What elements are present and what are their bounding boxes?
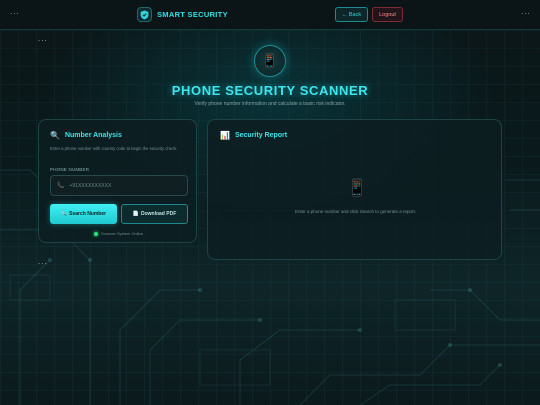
security-report-header: 📊 Security Report — [220, 131, 287, 140]
phone-number-label: PHONE NUMBER — [50, 167, 90, 172]
search-number-label: Search Number — [69, 211, 107, 217]
top-bar: ... ... SMART SECURITY ← Back Logout — [0, 0, 540, 30]
telephone-icon: 📞 — [57, 183, 65, 189]
bar-chart-icon: 📊 — [220, 131, 230, 140]
document-icon: 📄 — [132, 211, 139, 217]
mobile-phone-icon: 📱 — [347, 180, 367, 197]
report-empty-message: Enter a phone number and click Search to… — [294, 209, 417, 214]
number-analysis-card: 🔍 Number Analysis Enter a phone number w… — [38, 119, 197, 243]
page-subtitle: Verify phone number information and calc… — [194, 101, 346, 107]
phone-number-input[interactable] — [69, 182, 180, 189]
menu-dots-icon[interactable]: ... — [521, 8, 531, 16]
security-report-title: Security Report — [234, 132, 288, 139]
dots-decoration: ... — [38, 34, 48, 43]
search-icon: 🔍 — [50, 131, 60, 140]
page-title: PHONE SECURITY SCANNER — [171, 83, 369, 98]
security-report-card: 📊 Security Report 📱 Enter a phone number… — [207, 119, 502, 260]
back-button[interactable]: ← Back — [335, 7, 368, 22]
download-pdf-button[interactable]: 📄 Download PDF — [121, 204, 188, 224]
phone-number-field[interactable]: 📞 — [50, 175, 188, 196]
download-pdf-label: Download PDF — [140, 211, 177, 217]
number-analysis-title: Number Analysis — [64, 132, 122, 139]
search-number-button[interactable]: 🔍 Search Number — [50, 204, 117, 224]
dots-decoration: ... — [38, 257, 48, 266]
number-analysis-header: 🔍 Number Analysis — [50, 131, 122, 140]
mobile-phone-icon: 📱 — [254, 45, 286, 77]
logout-button[interactable]: Logout — [372, 7, 403, 22]
brand-name: SMART SECURITY — [157, 10, 228, 19]
shield-icon — [137, 7, 152, 22]
analysis-hint-text: Enter a phone number with country code t… — [50, 146, 178, 151]
system-status: Scanner System Online — [39, 231, 198, 236]
menu-dots-icon[interactable]: ... — [10, 8, 20, 16]
status-online-indicator — [93, 231, 98, 236]
status-text: Scanner System Online — [100, 231, 144, 236]
search-icon: 🔍 — [60, 211, 68, 217]
